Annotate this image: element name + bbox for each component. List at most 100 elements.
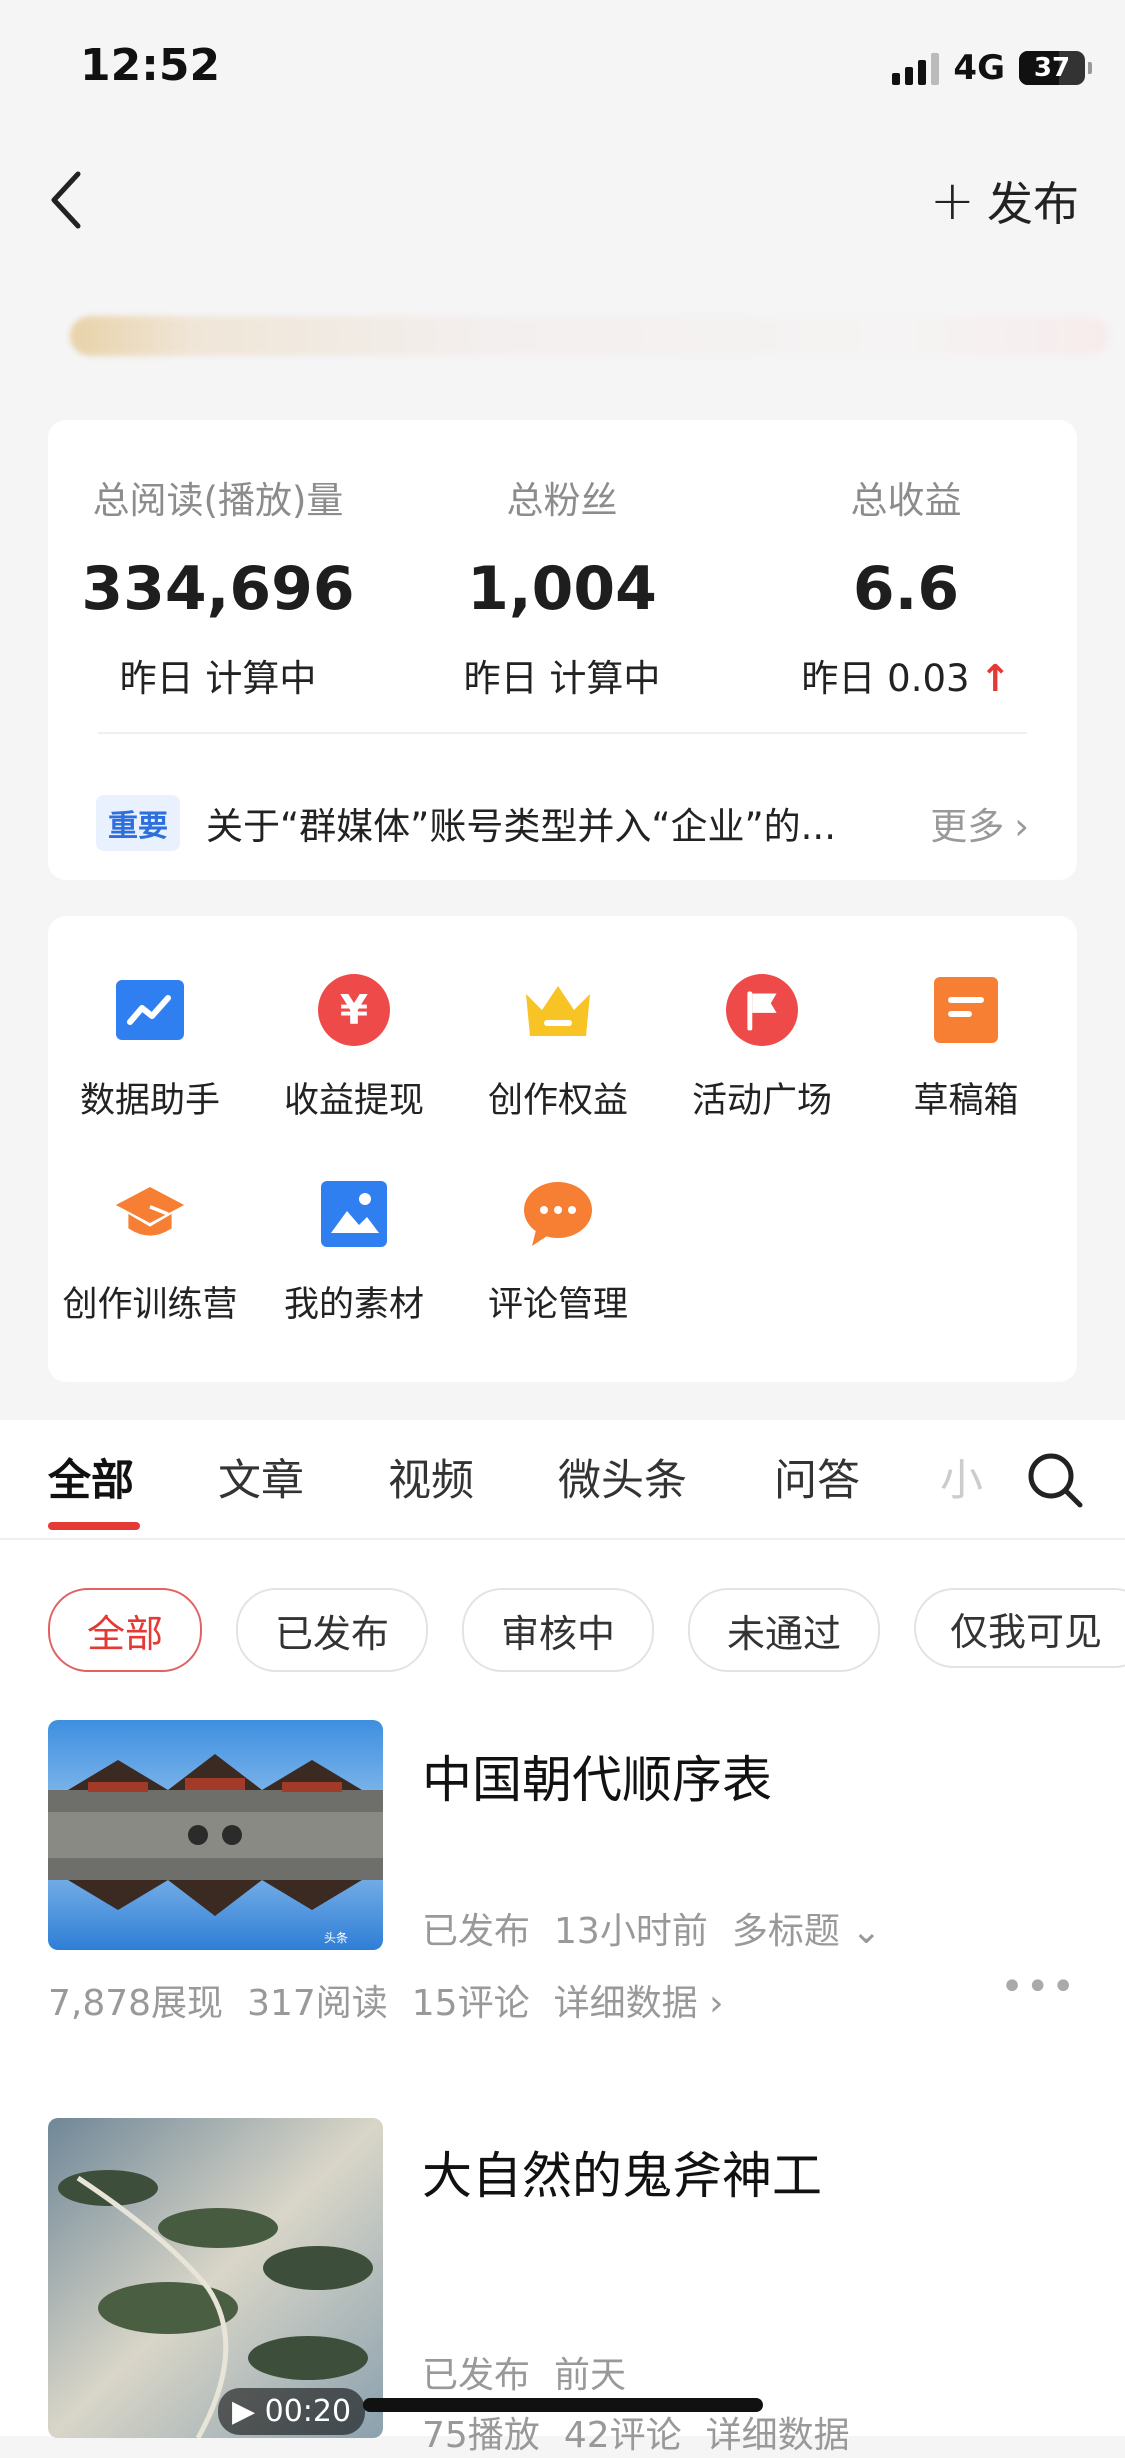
tool-my-materials[interactable]: 我的素材 xyxy=(252,1178,456,1327)
video-duration: ▶ 00:20 xyxy=(218,2388,366,2435)
arrow-up-icon: ↑ xyxy=(979,657,1011,700)
notice-text: 关于“群媒体”账号类型并入“企业”的... xyxy=(206,805,836,848)
comment-icon xyxy=(522,1178,594,1250)
multi-title-dropdown[interactable]: 多标题 ⌄ xyxy=(732,1902,882,1954)
tab-all[interactable]: 全部 xyxy=(48,1446,134,1508)
svg-text:头条: 头条 xyxy=(324,1931,348,1945)
more-label: 更多 xyxy=(930,805,1005,848)
chevron-right-icon: › xyxy=(709,1983,724,2024)
filter-rejected[interactable]: 未通过 xyxy=(688,1588,880,1672)
chevron-right-icon: › xyxy=(1014,805,1029,848)
signal-icon xyxy=(892,51,940,85)
article-time: 13小时前 xyxy=(554,1911,708,1952)
article-title[interactable]: 大自然的鬼斧神工 xyxy=(422,2136,822,2208)
article-status: 已发布 xyxy=(422,1911,531,1952)
stats-card: 总阅读(播放)量 334,696 昨日 计算中 总粉丝 1,004 昨日 计算中… xyxy=(48,420,1077,880)
publish-label: 发布 xyxy=(987,177,1079,231)
notice-more-link[interactable]: 更多 › xyxy=(930,796,1029,850)
tab-more[interactable]: 小 xyxy=(940,1446,983,1508)
search-button[interactable] xyxy=(1025,1450,1085,1510)
tool-label: 创作训练营 xyxy=(62,1285,238,1325)
tool-label: 我的素材 xyxy=(283,1285,424,1325)
stat-label: 总收益 xyxy=(850,479,962,522)
castle-reflection-image: 头条 xyxy=(48,1720,383,1950)
active-tab-indicator xyxy=(48,1522,140,1530)
stat-value: 334,696 xyxy=(81,554,355,624)
network-label: 4G xyxy=(953,48,1005,88)
filter-private[interactable]: 仅我可见 xyxy=(914,1588,1125,1668)
more-options-button[interactable]: ••• xyxy=(1000,1964,1077,2010)
tool-activity-square[interactable]: 活动广场 xyxy=(660,974,864,1123)
flag-icon xyxy=(726,974,798,1046)
tool-income-withdraw[interactable]: ¥ 收益提现 xyxy=(252,974,456,1123)
tab-articles[interactable]: 文章 xyxy=(218,1446,304,1508)
draft-icon xyxy=(930,974,1002,1046)
impressions: 7,878展现 xyxy=(48,1983,224,2024)
content-list: 全部 已发布 审核中 未通过 仅我可见 头条 中国朝代顺序表 已发布 13小时前… xyxy=(0,1540,1125,2456)
filter-reviewing[interactable]: 审核中 xyxy=(462,1588,654,1672)
tool-label: 数据助手 xyxy=(79,1081,220,1121)
detail-data-link[interactable]: 详细数据 xyxy=(706,2406,850,2458)
article-thumbnail[interactable]: 头条 xyxy=(48,1720,383,1950)
tool-creator-rights[interactable]: 创作权益 xyxy=(456,974,660,1123)
plus-icon: + xyxy=(929,169,975,232)
stat-value: 1,004 xyxy=(467,554,657,624)
article-stats: 75播放 42评论 详细数据 xyxy=(422,2406,850,2458)
blurred-banner xyxy=(70,316,1110,356)
yuan-icon: ¥ xyxy=(318,974,390,1046)
reads: 317阅读 xyxy=(247,1983,388,2024)
stat-label: 总阅读(播放)量 xyxy=(92,479,344,522)
chevron-left-icon xyxy=(51,171,81,229)
article-time: 前天 xyxy=(554,2355,627,2396)
tool-label: 创作权益 xyxy=(487,1081,628,1121)
tab-qa[interactable]: 问答 xyxy=(774,1446,860,1508)
chart-icon xyxy=(114,974,186,1046)
comments: 15评论 xyxy=(411,1983,530,2024)
stat-sub: 昨日 0.03 ↑ xyxy=(736,648,1076,702)
article-meta: 已发布 13小时前 多标题 ⌄ xyxy=(422,1902,881,1954)
battery-level: 37 xyxy=(1033,53,1071,83)
tool-label: 活动广场 xyxy=(691,1081,832,1121)
home-indicator xyxy=(363,2398,763,2412)
detail-data-link[interactable]: 详细数据 › xyxy=(554,1974,724,2026)
tools-card: 数据助手 ¥ 收益提现 创作权益 活动广场 草稿箱 创作训练营 我的素材 评论管… xyxy=(48,916,1077,1382)
tab-videos[interactable]: 视频 xyxy=(388,1446,474,1508)
stat-total-reads[interactable]: 总阅读(播放)量 334,696 昨日 计算中 xyxy=(48,420,388,702)
tool-training-camp[interactable]: 创作训练营 xyxy=(48,1178,252,1327)
status-indicators: 4G 37 xyxy=(892,48,1092,88)
tool-label: 草稿箱 xyxy=(913,1081,1019,1121)
tool-data-assistant[interactable]: 数据助手 xyxy=(48,974,252,1123)
stat-label: 总粉丝 xyxy=(506,479,618,522)
battery-icon: 37 xyxy=(1019,51,1092,85)
tool-comment-manage[interactable]: 评论管理 xyxy=(456,1178,660,1327)
detail-label: 详细数据 xyxy=(553,1983,698,2024)
stat-value: 6.6 xyxy=(852,554,960,624)
important-tag: 重要 xyxy=(96,795,180,851)
plays: 75播放 xyxy=(422,2415,540,2456)
content-tabs: 全部 文章 视频 微头条 问答 小 xyxy=(0,1420,1125,1540)
filter-all[interactable]: 全部 xyxy=(48,1588,202,1672)
video-thumbnail[interactable]: ▶ 00:20 xyxy=(48,2118,383,2438)
notice-bar[interactable]: 重要 关于“群媒体”账号类型并入“企业”的... 更多 › xyxy=(96,778,1029,868)
tab-micro-posts[interactable]: 微头条 xyxy=(558,1446,687,1508)
status-time: 12:52 xyxy=(80,40,221,91)
filter-published[interactable]: 已发布 xyxy=(236,1588,428,1672)
duration-text: 00:20 xyxy=(264,2394,352,2429)
tool-drafts[interactable]: 草稿箱 xyxy=(864,974,1068,1123)
tool-label: 评论管理 xyxy=(487,1285,628,1325)
svg-text:¥: ¥ xyxy=(340,986,368,1034)
stat-total-fans[interactable]: 总粉丝 1,004 昨日 计算中 xyxy=(392,420,732,702)
article-status: 已发布 xyxy=(422,2355,531,2396)
article-meta: 已发布 前天 xyxy=(422,2346,626,2398)
back-button[interactable] xyxy=(46,168,86,232)
graduation-cap-icon xyxy=(114,1178,186,1250)
stat-sub: 昨日 计算中 xyxy=(119,657,317,700)
stat-total-income[interactable]: 总收益 6.6 昨日 0.03 ↑ xyxy=(736,420,1076,702)
stat-sub-text: 昨日 0.03 xyxy=(801,657,970,700)
article-title[interactable]: 中国朝代顺序表 xyxy=(422,1740,772,1812)
multi-title-label: 多标题 xyxy=(731,1911,840,1952)
comments: 42评论 xyxy=(563,2415,682,2456)
play-icon: ▶ xyxy=(232,2394,256,2429)
divider xyxy=(98,732,1027,734)
publish-button[interactable]: + 发布 xyxy=(930,168,1079,234)
